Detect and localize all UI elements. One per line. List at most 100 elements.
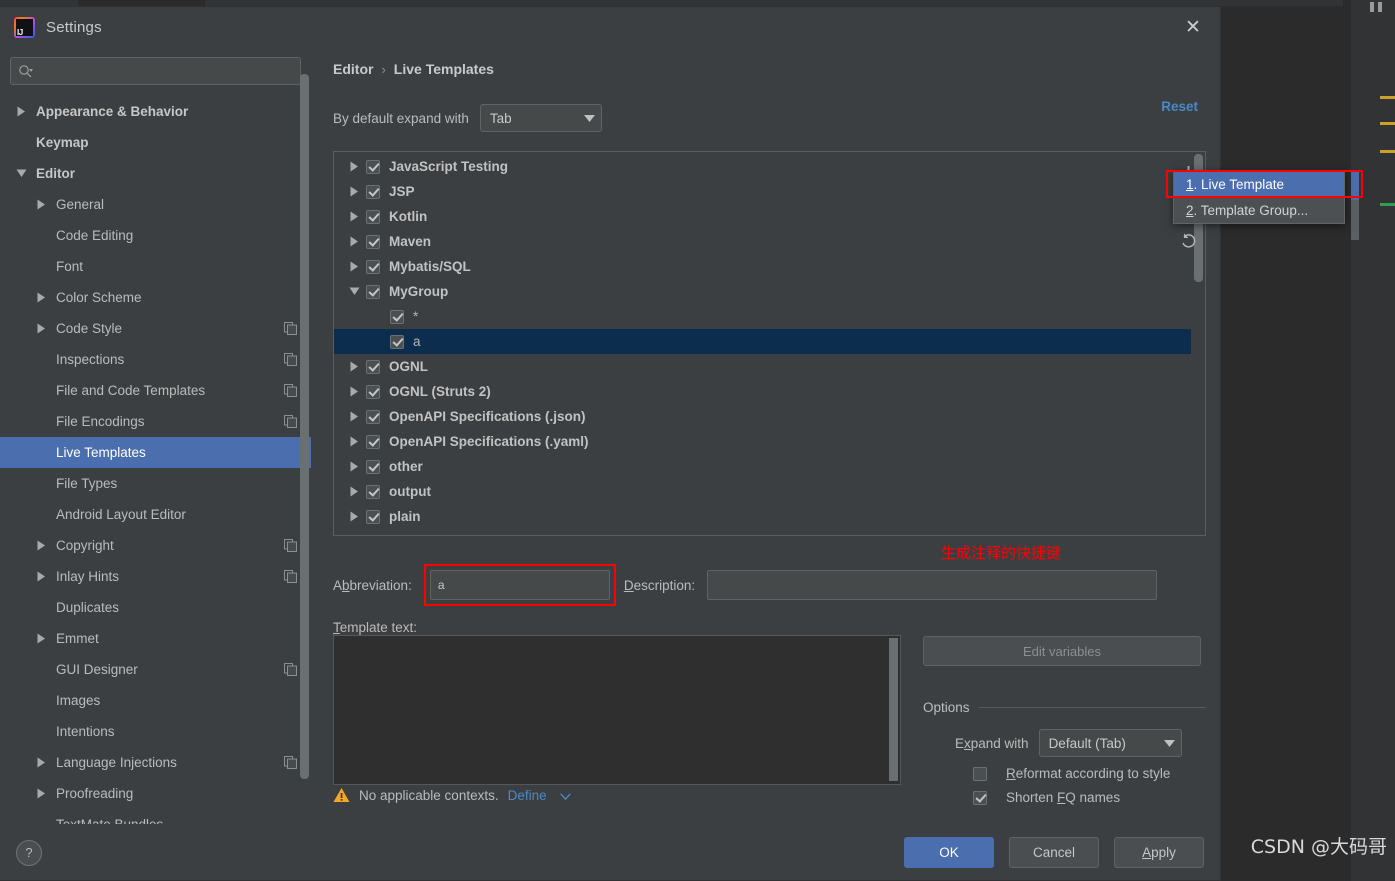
copy-settings-icon[interactable]	[284, 570, 297, 583]
search-box[interactable]	[10, 57, 301, 85]
copy-settings-icon[interactable]	[284, 353, 297, 366]
chevron-down-icon[interactable]	[342, 287, 366, 296]
template-checkbox[interactable]	[366, 434, 380, 449]
reset-link[interactable]: Reset	[1161, 99, 1198, 114]
sidebar-item-gui-designer[interactable]: GUI Designer	[0, 654, 311, 685]
sidebar-item-keymap[interactable]: Keymap	[0, 127, 311, 158]
copy-settings-icon[interactable]	[284, 384, 297, 397]
add-template-menu[interactable]: 1. Live Template 2. Template Group...	[1173, 170, 1345, 224]
reformat-option-row[interactable]: Reformat according to style	[955, 766, 1206, 781]
sidebar-item-inlay-hints[interactable]: Inlay Hints	[0, 561, 311, 592]
chevron-right-icon[interactable]	[342, 461, 366, 472]
chevron-right-icon[interactable]	[34, 571, 49, 582]
template-checkbox[interactable]	[366, 509, 380, 524]
template-text-editor[interactable]	[333, 635, 901, 785]
sidebar-item-language-injections[interactable]: Language Injections	[0, 747, 311, 778]
template-tree-row[interactable]: JavaScript Testing	[334, 154, 1191, 179]
copy-settings-icon[interactable]	[284, 415, 297, 428]
sidebar-item-live-templates[interactable]: Live Templates	[0, 437, 311, 468]
sidebar-item-code-style[interactable]: Code Style	[0, 313, 311, 344]
live-templates-tree[interactable]: JavaScript Testing JSP Kotlin Maven Mybatis/…	[334, 152, 1191, 535]
template-checkbox[interactable]	[366, 384, 380, 399]
copy-settings-icon[interactable]	[284, 539, 297, 552]
revert-arrow-icon[interactable]	[1173, 225, 1203, 255]
description-input[interactable]	[707, 570, 1158, 600]
sidebar-item-copyright[interactable]: Copyright	[0, 530, 311, 561]
template-checkbox[interactable]	[366, 359, 380, 374]
template-checkbox[interactable]	[366, 484, 380, 499]
template-tree-row[interactable]: JSP	[334, 179, 1191, 204]
sidebar-item-color-scheme[interactable]: Color Scheme	[0, 282, 311, 313]
close-icon[interactable]: ✕	[1178, 13, 1208, 43]
sidebar-item-editor[interactable]: Editor	[0, 158, 311, 189]
chevron-right-icon[interactable]	[34, 540, 49, 551]
expand-with-select[interactable]: Default (Tab)	[1038, 729, 1182, 757]
template-tree-row[interactable]: Maven	[334, 229, 1191, 254]
chevron-right-icon[interactable]	[342, 361, 366, 372]
template-text-scrollbar[interactable]	[889, 638, 898, 781]
template-tree-row[interactable]: plain	[334, 504, 1191, 529]
search-input[interactable]	[35, 63, 293, 79]
chevron-right-icon[interactable]	[342, 261, 366, 272]
chevron-down-icon[interactable]	[14, 169, 29, 178]
help-button[interactable]: ?	[16, 839, 42, 866]
sidebar-item-file-types[interactable]: File Types	[0, 468, 311, 499]
sidebar-item-appearance-behavior[interactable]: Appearance & Behavior	[0, 96, 311, 127]
template-checkbox[interactable]	[366, 409, 380, 424]
chevron-right-icon[interactable]	[34, 292, 49, 303]
template-tree-row[interactable]: other	[334, 454, 1191, 479]
sidebar-item-android-layout-editor[interactable]: Android Layout Editor	[0, 499, 311, 530]
shorten-fq-checkbox[interactable]	[973, 790, 987, 805]
template-checkbox[interactable]	[366, 459, 380, 474]
template-checkbox[interactable]	[366, 209, 380, 224]
sidebar-item-general[interactable]: General	[0, 189, 311, 220]
template-tree-row[interactable]: Mybatis/SQL	[334, 254, 1191, 279]
shorten-fq-option-row[interactable]: Shorten FQ names	[955, 790, 1206, 805]
reformat-checkbox[interactable]	[973, 766, 987, 781]
chevron-right-icon[interactable]	[34, 788, 49, 799]
chevron-right-icon[interactable]	[342, 161, 366, 172]
sidebar-item-file-encodings[interactable]: File Encodings	[0, 406, 311, 437]
template-tree-row[interactable]: *	[334, 304, 1191, 329]
sidebar-item-inspections[interactable]: Inspections	[0, 344, 311, 375]
template-checkbox[interactable]	[366, 159, 380, 174]
sidebar-item-file-and-code-templates[interactable]: File and Code Templates	[0, 375, 311, 406]
sidebar-item-emmet[interactable]: Emmet	[0, 623, 311, 654]
chevron-right-icon[interactable]	[34, 323, 49, 334]
chevron-down-icon[interactable]	[559, 788, 571, 803]
chevron-right-icon[interactable]	[342, 511, 366, 522]
chevron-right-icon[interactable]	[14, 106, 29, 117]
ok-button[interactable]: OK	[904, 837, 994, 868]
template-tree-row[interactable]: OGNL (Struts 2)	[334, 379, 1191, 404]
add-menu-item-live-template[interactable]: 1. Live Template	[1174, 171, 1344, 197]
chevron-right-icon[interactable]	[342, 436, 366, 447]
sidebar-item-intentions[interactable]: Intentions	[0, 716, 311, 747]
template-tree-row[interactable]: MyGroup	[334, 279, 1191, 304]
template-checkbox[interactable]	[366, 259, 380, 274]
sidebar-item-font[interactable]: Font	[0, 251, 311, 282]
breadcrumb-root[interactable]: Editor	[333, 61, 373, 77]
template-tree-row[interactable]: Kotlin	[334, 204, 1191, 229]
template-checkbox[interactable]	[390, 309, 404, 324]
chevron-right-icon[interactable]	[34, 199, 49, 210]
default-expand-select[interactable]: Tab	[479, 104, 602, 132]
template-tree-row[interactable]: OpenAPI Specifications (.json)	[334, 404, 1191, 429]
template-checkbox[interactable]	[366, 234, 380, 249]
sidebar-item-proofreading[interactable]: Proofreading	[0, 778, 311, 809]
template-tree-row[interactable]: OGNL	[334, 354, 1191, 379]
sidebar-item-code-editing[interactable]: Code Editing	[0, 220, 311, 251]
template-checkbox[interactable]	[390, 334, 404, 349]
apply-button[interactable]: Apply	[1114, 837, 1204, 868]
cancel-button[interactable]: Cancel	[1009, 837, 1099, 868]
abbreviation-input[interactable]	[429, 570, 610, 600]
template-tree-row[interactable]: a	[334, 329, 1191, 354]
chevron-right-icon[interactable]	[342, 386, 366, 397]
sidebar-scrollbar[interactable]	[298, 48, 311, 824]
chevron-right-icon[interactable]	[342, 411, 366, 422]
sidebar-item-textmate-bundles[interactable]: TextMate Bundles	[0, 809, 311, 824]
template-tree-row[interactable]: output	[334, 479, 1191, 504]
chevron-right-icon[interactable]	[342, 186, 366, 197]
sidebar-scrollbar-thumb[interactable]	[300, 74, 309, 779]
settings-category-tree[interactable]: Appearance & Behavior Keymap Editor General…	[0, 94, 311, 824]
define-link[interactable]: Define	[508, 788, 547, 803]
